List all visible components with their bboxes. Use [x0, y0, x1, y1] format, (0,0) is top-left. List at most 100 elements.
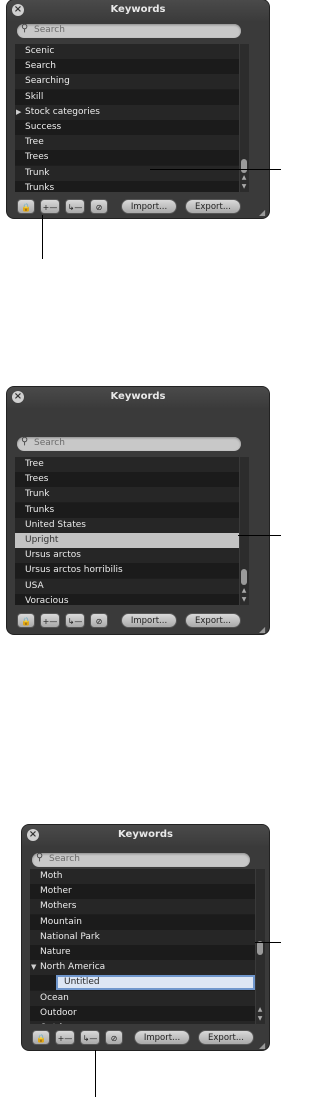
list-item[interactable]: National Park [30, 929, 255, 945]
scroll-down-icon[interactable]: ▼ [240, 183, 248, 190]
list-item[interactable]: Tree [15, 135, 239, 151]
list-item-label: Trees [25, 474, 49, 485]
search-field[interactable]: ⚲ Search [17, 23, 241, 38]
list-item-label: Search [25, 61, 56, 72]
list-item[interactable]: Scenic [15, 44, 239, 59]
list-item-label: Mothers [40, 901, 77, 912]
export-button[interactable]: Export... [185, 613, 241, 628]
disclosure-collapsed-icon[interactable]: ▶ [16, 105, 21, 120]
list-item[interactable]: Outdoors [30, 1021, 255, 1024]
add-keyword-button[interactable]: +— [55, 1030, 75, 1045]
export-button[interactable]: Export... [185, 199, 241, 214]
remove-keyword-button[interactable]: ⊘ [105, 1030, 123, 1045]
scrollbar[interactable]: ▲ ▼ [240, 457, 249, 605]
list-item-label: Stock categories [25, 106, 100, 117]
list-item[interactable]: Voracious [15, 593, 239, 605]
lock-button[interactable]: 🔒 [17, 199, 35, 214]
keyword-list[interactable]: Moth Mother Mothers Mountain National Park Na… [30, 869, 255, 1024]
remove-keyword-button[interactable]: ⊘ [90, 199, 108, 214]
keywords-panel-1: × Keywords ⚲ Search Scenic Search Searchin… [7, 0, 269, 218]
search-icon: ⚲ [21, 23, 29, 34]
list-item[interactable]: Skill [15, 89, 239, 105]
list-item[interactable]: Tree [15, 457, 239, 472]
lock-button[interactable]: 🔒 [32, 1030, 50, 1045]
toolbar: 🔒 +— ↳— ⊘ Import... Export... [30, 1028, 266, 1048]
import-button[interactable]: Import... [121, 613, 177, 628]
list-item[interactable]: Trunks [15, 502, 239, 518]
add-keyword-button[interactable]: +— [40, 613, 60, 628]
list-item-label: Voracious [25, 595, 69, 605]
scroll-thumb[interactable] [257, 941, 263, 955]
list-item[interactable]: Search [15, 59, 239, 75]
list-item[interactable]: Untitled [30, 975, 255, 991]
resize-grip-icon[interactable]: ◢ [259, 625, 267, 634]
list-item[interactable]: Nature [30, 945, 255, 960]
list-item-label: Tree [25, 137, 44, 148]
list-item-label: Trunks [25, 504, 55, 515]
list-item[interactable]: Trunk [15, 487, 239, 503]
list-item-label: United States [25, 519, 86, 530]
resize-grip-icon[interactable]: ◢ [259, 208, 267, 217]
list-item[interactable]: Mothers [30, 899, 255, 915]
lock-button[interactable]: 🔒 [17, 613, 35, 628]
list-item-label: Mountain [40, 916, 82, 927]
keyword-edit-field[interactable]: Untitled [56, 975, 255, 991]
list-item[interactable]: Trees [15, 150, 239, 166]
scroll-thumb[interactable] [241, 159, 247, 173]
list-item-label: USA [25, 580, 44, 591]
remove-keyword-button[interactable]: ⊘ [90, 613, 108, 628]
list-item-label: Skill [25, 91, 44, 102]
keywords-panel-3: × Keywords ⚲ Search Moth Mother Mothers Mou… [22, 825, 269, 1050]
list-item[interactable]: ▶ Stock categories [15, 104, 239, 120]
list-item[interactable]: Outdoor [30, 1005, 255, 1021]
list-item[interactable]: ▼ North America [30, 960, 255, 976]
resize-grip-icon[interactable]: ◢ [259, 1041, 267, 1050]
list-item[interactable]: Mountain [30, 914, 255, 930]
list-item-label: Outdoors [40, 1023, 81, 1024]
titlebar: × Keywords [22, 825, 269, 846]
export-button[interactable]: Export... [198, 1030, 254, 1045]
keyword-list[interactable]: Tree Trees Trunk Trunks United States Upright… [15, 457, 239, 605]
list-item[interactable]: Ursus arctos horribilis [15, 563, 239, 579]
add-subkeyword-button[interactable]: ↳— [65, 613, 85, 628]
panel-title: Keywords [117, 829, 174, 840]
list-item-label: Nature [40, 947, 71, 957]
list-item[interactable]: Mother [30, 884, 255, 900]
search-field[interactable]: ⚲ Search [32, 852, 250, 867]
list-item[interactable]: Ursus arctos [15, 548, 239, 564]
list-item-label: Trees [25, 152, 49, 163]
list-item[interactable]: Moth [30, 869, 255, 884]
scroll-up-icon[interactable]: ▲ [256, 1006, 264, 1013]
keywords-panel-2: × Keywords ⚲ Search Tree Trees Trunk Trunks… [7, 387, 269, 634]
list-item[interactable]: Trees [15, 472, 239, 488]
scroll-down-icon[interactable]: ▼ [256, 1015, 264, 1022]
callout-line [42, 215, 43, 259]
list-item[interactable]: Success [15, 120, 239, 135]
callout-line [95, 1050, 96, 1097]
scroll-thumb[interactable] [241, 569, 247, 585]
list-item[interactable]: Trunks [15, 180, 239, 192]
add-subkeyword-button[interactable]: ↳— [80, 1030, 100, 1045]
list-item-label: Trunk [25, 167, 50, 178]
add-subkeyword-button[interactable]: ↳— [65, 199, 85, 214]
scroll-up-icon[interactable]: ▲ [240, 174, 248, 181]
list-item-label: Ocean [40, 992, 69, 1003]
list-item-label: Outdoor [40, 1007, 77, 1018]
list-item[interactable]: Searching [15, 74, 239, 90]
panel-title: Keywords [110, 391, 166, 402]
list-item-label: North America [40, 962, 106, 973]
list-item[interactable]: USA [15, 578, 239, 594]
list-item[interactable]: Ocean [30, 990, 255, 1006]
search-field[interactable]: ⚲ Search [17, 436, 241, 451]
list-item-label: Searching [25, 76, 70, 87]
scrollbar[interactable]: ▲ ▼ [256, 869, 265, 1024]
list-item[interactable]: Upright [15, 533, 239, 548]
add-keyword-button[interactable]: +— [40, 199, 60, 214]
disclosure-expanded-icon[interactable]: ▼ [31, 960, 36, 975]
import-button[interactable]: Import... [134, 1030, 190, 1045]
list-item[interactable]: Trunk [15, 165, 239, 181]
scroll-up-icon[interactable]: ▲ [240, 587, 248, 594]
import-button[interactable]: Import... [121, 199, 177, 214]
scroll-down-icon[interactable]: ▼ [240, 596, 248, 603]
list-item[interactable]: United States [15, 517, 239, 533]
